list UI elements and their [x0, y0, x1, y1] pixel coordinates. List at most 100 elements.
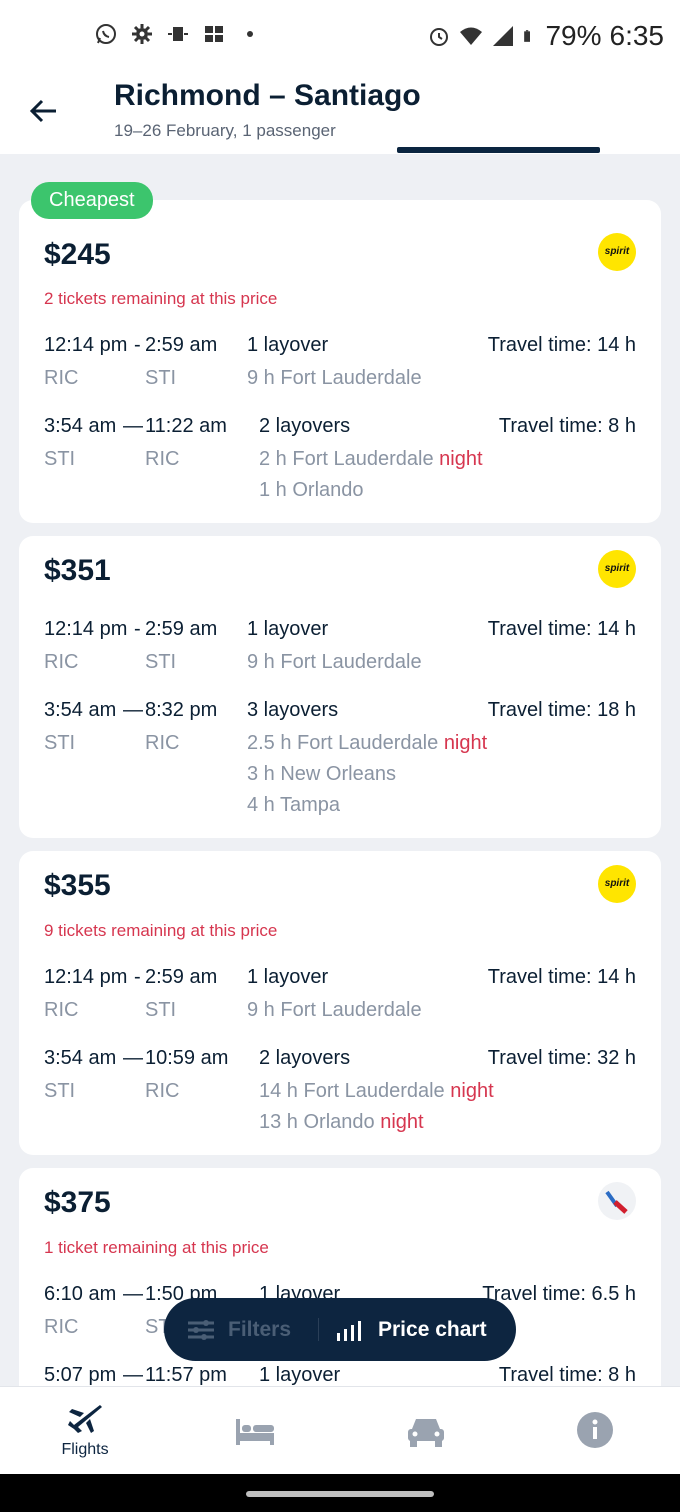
bar-chart-icon: [337, 1320, 361, 1341]
info-icon: [577, 1412, 613, 1448]
travel-time: Travel time: 14 h: [487, 966, 636, 988]
departure-time: 6:10 am: [44, 1283, 117, 1305]
origin-airport: RIC: [44, 367, 79, 389]
filter-icon: [188, 1319, 214, 1340]
nav-hotels[interactable]: [170, 1387, 340, 1475]
signal-icon: [493, 26, 514, 46]
price: $375: [44, 1186, 111, 1219]
origin-airport: RIC: [44, 651, 79, 673]
cast-icon: [168, 27, 188, 41]
page-subtitle: 19–26 February, 1 passenger: [114, 121, 336, 140]
price-chart-button[interactable]: Price chart: [336, 1298, 487, 1361]
time-separator: —: [123, 1283, 143, 1305]
departure-time: 3:54 am: [44, 1047, 117, 1069]
filters-button[interactable]: Filters: [186, 1298, 291, 1361]
arrival-time: 2:59 am: [145, 966, 218, 988]
destination-airport: STI: [145, 651, 177, 673]
layover-count: 2 layovers: [259, 415, 351, 437]
arrival-time: 10:59 am: [145, 1047, 229, 1069]
american-airlines-logo: [598, 1182, 636, 1220]
layover-stop: 13 h Orlando night: [259, 1111, 424, 1133]
outbound-leg: 12:14 pm - 2:59 am RIC STI 1 layover Tra…: [44, 618, 636, 708]
origin-airport: STI: [44, 732, 76, 754]
result-card[interactable]: $245 spirit 2 tickets remaining at this …: [19, 200, 661, 523]
layover-stop: 9 h Fort Lauderdale: [247, 651, 422, 673]
time-separator: —: [123, 1047, 143, 1069]
back-arrow-icon[interactable]: [26, 93, 62, 129]
dot-icon: [247, 31, 253, 37]
filters-label: Filters: [228, 1317, 292, 1341]
nav-flights-label: Flights: [61, 1441, 109, 1458]
map-icon: [205, 26, 223, 42]
price: $355: [44, 869, 111, 902]
price: $245: [44, 238, 111, 271]
layover-stop: 4 h Tampa: [247, 794, 341, 816]
travel-time: Travel time: 8 h: [498, 415, 636, 437]
nav-flights[interactable]: Flights: [0, 1387, 170, 1475]
origin-airport: STI: [44, 448, 76, 470]
wifi-icon: [460, 27, 483, 45]
clock: 6:35: [609, 20, 665, 51]
destination-airport: RIC: [145, 732, 180, 754]
return-leg: 3:54 am — 11:22 am STI RIC 2 layovers Tr…: [44, 415, 636, 505]
layover-count: 1 layover: [247, 618, 329, 640]
tickets-remaining: 9 tickets remaining at this price: [44, 921, 278, 940]
spirit-airline-logo: spirit: [598, 233, 636, 271]
battery-icon: [524, 30, 531, 42]
tickets-remaining: 1 ticket remaining at this price: [44, 1238, 269, 1257]
price-chart-label: Price chart: [378, 1317, 487, 1341]
destination-airport: STI: [145, 999, 177, 1021]
destination-airport: RIC: [145, 1080, 180, 1102]
layover-count: 1 layover: [259, 1364, 341, 1386]
layover-count: 1 layover: [247, 966, 329, 988]
travel-time: Travel time: 14 h: [487, 334, 636, 356]
arrival-time: 2:59 am: [145, 334, 218, 356]
time-separator: -: [134, 966, 141, 988]
return-leg: 3:54 am — 10:59 am STI RIC 2 layovers Tr…: [44, 1047, 636, 1137]
divider: [318, 1318, 319, 1341]
departure-time: 12:14 pm: [44, 618, 128, 640]
alarm-icon: [430, 28, 449, 46]
travel-time: Travel time: 32 h: [487, 1047, 636, 1069]
time-separator: -: [134, 334, 141, 356]
travel-time: Travel time: 18 h: [487, 699, 636, 721]
outbound-leg: 12:14 pm - 2:59 am RIC STI 1 layover Tra…: [44, 334, 636, 424]
bed-icon: [236, 1419, 274, 1445]
outbound-leg: 12:14 pm - 2:59 am RIC STI 1 layover Tra…: [44, 966, 636, 1056]
nav-info[interactable]: [510, 1387, 680, 1475]
origin-airport: RIC: [44, 999, 79, 1021]
layover-count: 2 layovers: [259, 1047, 351, 1069]
status-bar: 79% 6:35: [0, 0, 680, 75]
layover-stop: 14 h Fort Lauderdale night: [259, 1080, 494, 1102]
floating-action-bar: Filters Price chart: [164, 1298, 516, 1361]
home-indicator[interactable]: [246, 1491, 434, 1497]
arrival-time: 8:32 pm: [145, 699, 218, 721]
layover-count: 3 layovers: [247, 699, 339, 721]
arrival-time: 11:57 pm: [145, 1364, 227, 1386]
layover-count: 1 layover: [247, 334, 329, 356]
nav-cars[interactable]: [340, 1387, 510, 1475]
airplane-icon: [68, 1405, 102, 1433]
destination-airport: RIC: [145, 448, 180, 470]
departure-time: 3:54 am: [44, 415, 117, 437]
origin-airport: STI: [44, 1080, 76, 1102]
cheapest-badge: Cheapest: [31, 182, 153, 219]
result-card[interactable]: $355 spirit 9 tickets remaining at this …: [19, 851, 661, 1155]
return-leg: 3:54 am — 8:32 pm STI RIC 3 layovers Tra…: [44, 699, 636, 816]
arrival-time: 11:22 am: [145, 415, 227, 437]
layover-stop: 3 h New Orleans: [247, 763, 396, 785]
layover-stop: 1 h Orlando: [259, 479, 364, 501]
spirit-airline-logo: spirit: [598, 550, 636, 588]
time-separator: —: [123, 699, 143, 721]
spirit-airline-logo: spirit: [598, 865, 636, 903]
travel-time: Travel time: 8 h: [498, 1364, 636, 1386]
time-separator: -: [134, 618, 141, 640]
layover-stop: 2 h Fort Lauderdale night: [259, 448, 483, 470]
result-card[interactable]: $351 spirit 12:14 pm - 2:59 am RIC STI 1…: [19, 536, 661, 838]
whatsapp-icon: [96, 24, 116, 44]
travel-time: Travel time: 14 h: [487, 618, 636, 640]
settings-icon: [132, 24, 152, 44]
time-separator: —: [123, 415, 143, 437]
car-icon: [408, 1419, 444, 1447]
result-card[interactable]: $375 1 ticket remaining at this price 6:…: [19, 1168, 661, 1408]
